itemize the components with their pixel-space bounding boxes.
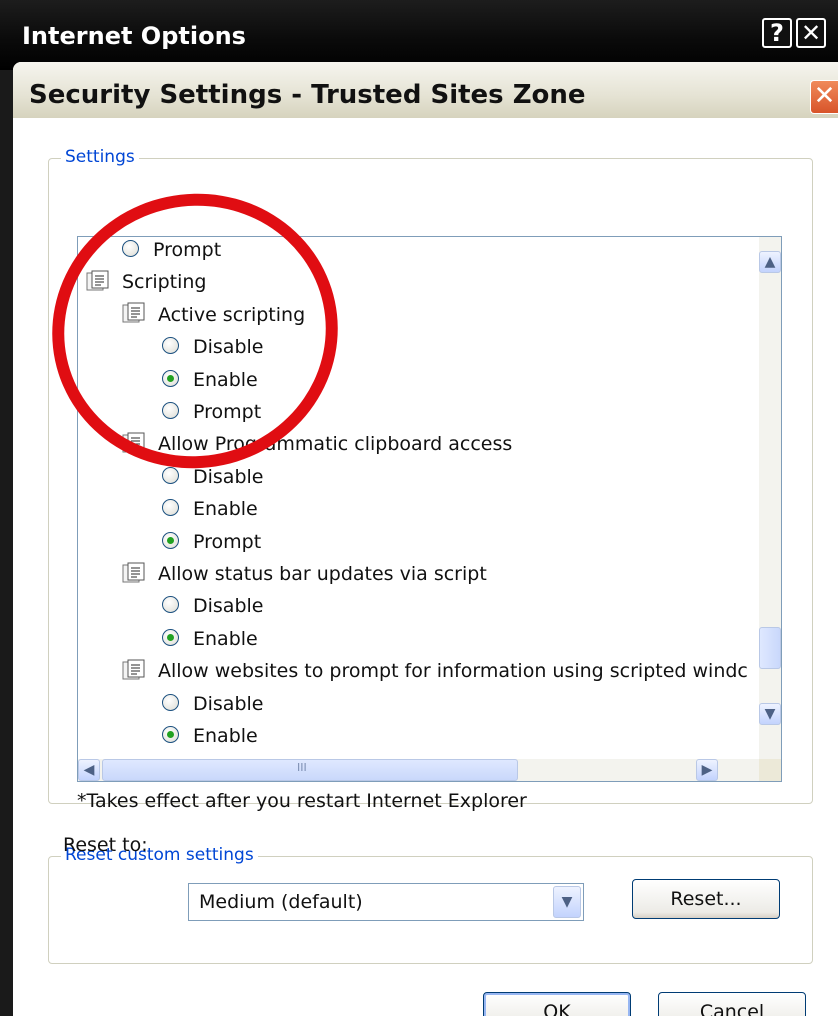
setting-item: Allow status bar updates via script (122, 559, 487, 589)
row-label: Allow Programmatic clipboard access (158, 433, 513, 456)
script-settings-icon (122, 302, 145, 323)
dialog-close-button[interactable]: ✕ (810, 80, 838, 114)
outer-window-title: Internet Options (22, 22, 246, 50)
restart-note: *Takes effect after you restart Internet… (77, 790, 527, 812)
radio-option[interactable]: Prompt (162, 397, 261, 427)
row-label: Disable (193, 595, 264, 618)
ok-button[interactable]: OK (483, 992, 631, 1016)
outer-window-border (0, 70, 13, 1016)
scrollbar-corner (759, 759, 781, 781)
scroll-down-button[interactable]: ▼ (759, 703, 781, 725)
row-label: Disable (193, 336, 264, 359)
cancel-button[interactable]: Cancel (658, 992, 806, 1016)
script-settings-icon (122, 432, 145, 453)
vertical-scrollbar[interactable]: ▲ ▼ (759, 237, 781, 761)
row-label: Prompt (153, 239, 222, 261)
chevron-down-icon[interactable]: ▼ (553, 886, 581, 918)
row-label: Enable (193, 498, 258, 521)
radio-button[interactable] (162, 402, 179, 419)
setting-item: Allow websites to prompt for information… (122, 656, 748, 686)
row-label: Prompt (193, 401, 262, 423)
radio-button[interactable] (162, 531, 179, 549)
radio-option[interactable]: Prompt (122, 237, 222, 265)
radio-option[interactable]: Prompt (162, 527, 261, 557)
scroll-right-button[interactable]: ▶ (696, 759, 718, 781)
setting-item: Allow Programmatic clipboard access (122, 429, 512, 459)
radio-option[interactable]: Enable (162, 494, 258, 524)
row-label: Allow status bar updates via script (158, 563, 487, 585)
radio-option[interactable]: Disable (162, 689, 263, 719)
row-label: Active scripting (158, 303, 306, 326)
radio-button[interactable] (162, 369, 179, 387)
radio-option[interactable]: Disable (162, 332, 263, 362)
scroll-up-button[interactable]: ▲ (759, 251, 781, 273)
radio-button[interactable] (162, 726, 179, 743)
reset-to-label: Reset to: (63, 834, 148, 856)
row-label: Enable (193, 368, 258, 391)
row-label: Disable (193, 465, 264, 488)
settings-category: Scripting (86, 267, 207, 297)
script-settings-icon (86, 270, 109, 291)
reset-button[interactable]: Reset... (632, 879, 780, 919)
settings-group-label: Settings (61, 147, 139, 167)
horizontal-scroll-thumb[interactable]: III (102, 759, 518, 781)
row-label: Disable (193, 692, 264, 715)
horizontal-scrollbar[interactable]: ◀ III ▶ (78, 759, 761, 781)
outer-close-button[interactable]: ✕ (796, 18, 826, 48)
radio-option[interactable]: Enable (162, 721, 258, 751)
script-settings-icon (122, 659, 145, 680)
vertical-scroll-thumb[interactable] (759, 627, 781, 669)
security-settings-dialog: Security Settings - Trusted Sites Zone ✕… (13, 62, 838, 1016)
radio-button[interactable] (162, 466, 179, 484)
reset-to-dropdown[interactable]: Medium (default) ▼ (188, 883, 584, 921)
outer-titlebar: Internet Options ? ✕ (0, 0, 838, 70)
help-button[interactable]: ? (762, 18, 792, 48)
radio-button[interactable] (162, 628, 179, 646)
row-label: Enable (193, 725, 258, 747)
row-label: Allow websites to prompt for information… (158, 660, 748, 683)
radio-button[interactable] (122, 240, 139, 257)
radio-button[interactable] (162, 693, 179, 711)
radio-button[interactable] (162, 337, 179, 355)
radio-button[interactable] (162, 596, 179, 614)
row-label: Prompt (193, 530, 262, 553)
setting-item: Active scripting (122, 300, 305, 330)
dialog-body: Settings Prompt Scripting Active scripting… (13, 118, 838, 1016)
script-settings-icon (122, 562, 145, 582)
radio-option[interactable]: Disable (162, 462, 263, 492)
scroll-left-button[interactable]: ◀ (78, 759, 100, 781)
radio-option[interactable]: Enable (162, 624, 258, 654)
dialog-titlebar: Security Settings - Trusted Sites Zone ✕ (13, 62, 838, 119)
radio-option[interactable]: Enable (162, 365, 258, 395)
reset-to-value: Medium (default) (199, 891, 363, 913)
dialog-title: Security Settings - Trusted Sites Zone (29, 80, 586, 110)
radio-button[interactable] (162, 499, 179, 517)
row-label: Enable (193, 627, 258, 650)
settings-list[interactable]: Prompt Scripting Active scripting Disable En… (77, 236, 782, 782)
radio-option[interactable]: Disable (162, 591, 263, 621)
scroll-thumb-grip: III (297, 761, 307, 774)
row-label: Scripting (122, 271, 207, 294)
